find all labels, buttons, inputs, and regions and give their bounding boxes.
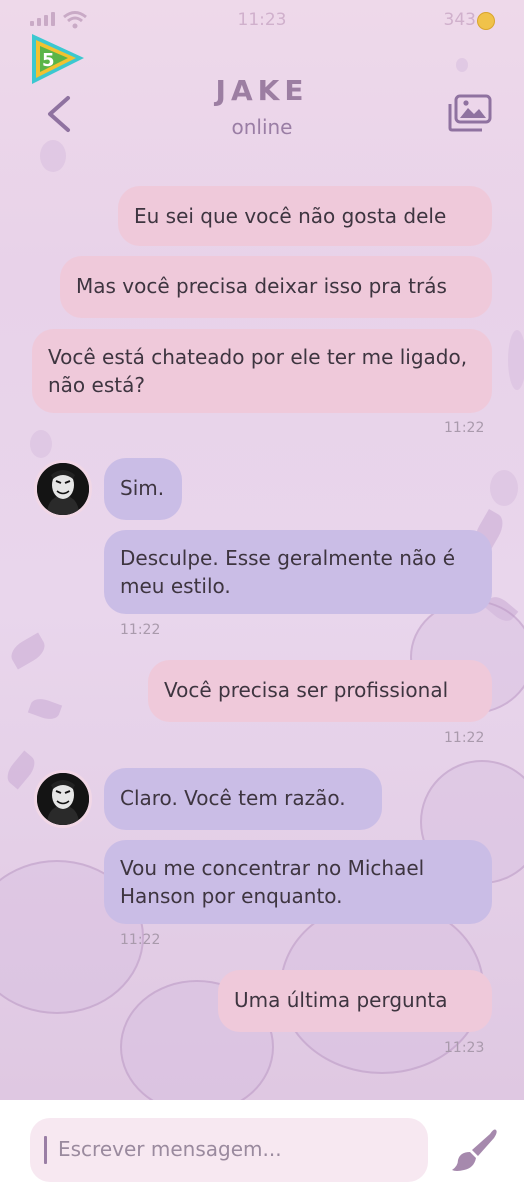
- background-blob: [40, 140, 66, 172]
- background-leaf: [2, 750, 40, 790]
- background-leaf: [27, 695, 63, 723]
- message-input[interactable]: Escrever mensagem...: [30, 1118, 428, 1182]
- message-bubble-outgoing[interactable]: Você está chateado por ele ter me ligado…: [32, 329, 492, 413]
- message-timestamp: 11:22: [120, 622, 161, 638]
- message-bubble-incoming[interactable]: Desculpe. Esse geralmente não é meu esti…: [104, 530, 492, 614]
- coin-icon: [477, 12, 495, 30]
- message-timestamp: 11:22: [444, 420, 485, 436]
- text-cursor: [44, 1136, 47, 1164]
- chat-background: 11:23 343 5 JAKE online Eu sei que você …: [0, 0, 524, 1100]
- message-bubble-incoming[interactable]: Sim.: [104, 458, 182, 520]
- app-logo-number: 5: [42, 50, 55, 71]
- background-blob: [456, 58, 468, 72]
- masked-avatar-icon: [37, 463, 89, 515]
- background-blob: [30, 430, 52, 458]
- contact-avatar[interactable]: [34, 460, 92, 518]
- brush-icon[interactable]: [450, 1126, 500, 1176]
- message-timestamp: 11:22: [444, 730, 485, 746]
- background-leaf: [6, 632, 50, 670]
- message-bubble-incoming[interactable]: Claro. Você tem razão.: [104, 768, 382, 830]
- message-timestamp: 11:23: [444, 1040, 485, 1056]
- background-blob: [490, 470, 518, 506]
- gallery-icon[interactable]: [446, 94, 492, 132]
- message-input-placeholder: Escrever mensagem...: [58, 1137, 282, 1161]
- masked-avatar-icon: [37, 773, 89, 825]
- message-bubble-incoming[interactable]: Vou me concentrar no Michael Hanson por …: [104, 840, 492, 924]
- message-bubble-outgoing[interactable]: Uma última pergunta: [218, 970, 492, 1032]
- background-blob: [508, 330, 524, 390]
- message-timestamp: 11:22: [120, 932, 161, 948]
- message-bubble-outgoing[interactable]: Você precisa ser profissional: [148, 660, 492, 722]
- message-bubble-outgoing[interactable]: Eu sei que você não gosta dele: [118, 186, 492, 246]
- contact-avatar[interactable]: [34, 770, 92, 828]
- coin-count: 343: [443, 10, 476, 30]
- message-bubble-outgoing[interactable]: Mas você precisa deixar isso pra trás: [60, 256, 492, 318]
